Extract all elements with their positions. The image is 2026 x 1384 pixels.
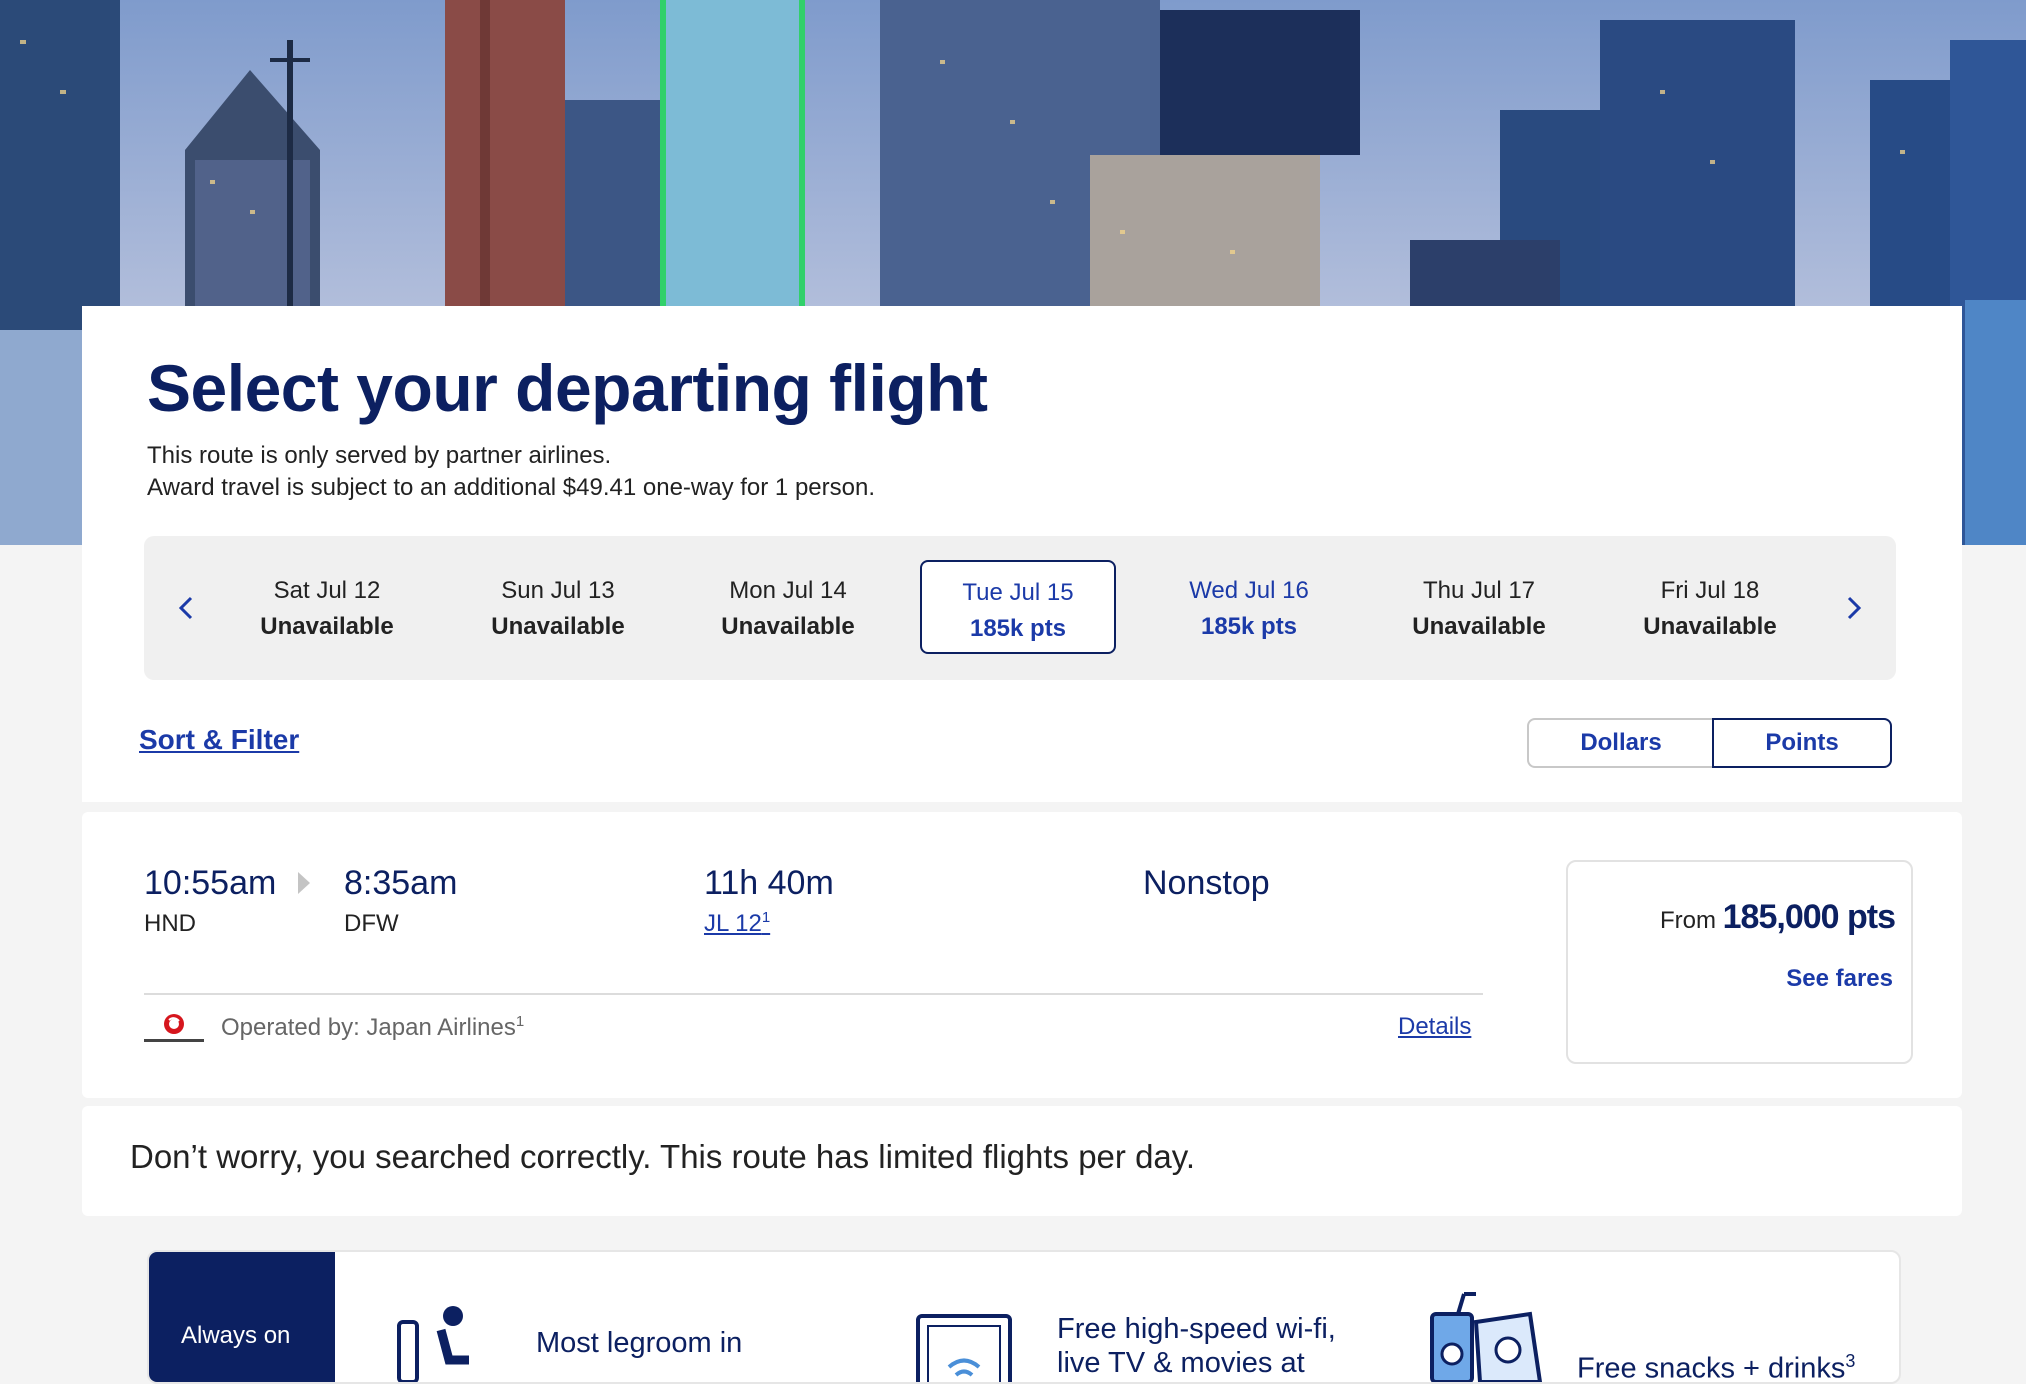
date-option-mon-jul-14[interactable]: Mon Jul 14 Unavailable — [690, 560, 886, 654]
operated-by-footnote: 1 — [515, 1013, 525, 1030]
arrival-time: 8:35am — [344, 864, 458, 902]
flight-number-link[interactable]: JL 121 — [704, 909, 770, 938]
date-label: Sat Jul 12 — [273, 577, 381, 604]
date-availability: 185k pts — [1200, 613, 1298, 640]
dollars-toggle-button[interactable]: Dollars — [1527, 718, 1713, 768]
previous-dates-button[interactable] — [166, 586, 206, 630]
date-label: Wed Jul 16 — [1189, 577, 1309, 604]
date-label: Fri Jul 18 — [1660, 577, 1760, 604]
partner-airline-note: This route is only served by partner air… — [147, 442, 612, 469]
limited-flights-notice: Don’t worry, you searched correctly. Thi… — [130, 1138, 1195, 1175]
flight-number: JL 12 — [704, 910, 762, 937]
stops-info: Nonstop — [1143, 864, 1270, 902]
fare-from-label: From — [1659, 907, 1716, 934]
always-on-label: Always on — [181, 1322, 291, 1349]
fare-from: From 185,000 pts — [1659, 898, 1896, 937]
arrival-airport: DFW — [344, 910, 399, 937]
date-availability: 185k pts — [969, 615, 1067, 642]
page-title: Select your departing flight — [147, 351, 988, 425]
wifi-benefit-line-1: Free high-speed wi-fi, — [1057, 1313, 1336, 1345]
operated-by-label: Operated by: Japan Airlines1 — [221, 1013, 524, 1042]
wifi-benefit: Free high-speed wi-fi, live TV & movies … — [1057, 1312, 1336, 1380]
departure-airport: HND — [144, 910, 196, 937]
date-option-wed-jul-16[interactable]: Wed Jul 16 185k pts — [1151, 560, 1347, 654]
date-option-thu-jul-17[interactable]: Thu Jul 17 Unavailable — [1381, 560, 1577, 654]
date-option-tue-jul-15-selected[interactable]: Tue Jul 15 185k pts — [920, 560, 1116, 654]
flight-duration: 11h 40m — [704, 864, 834, 902]
sort-filter-link[interactable]: Sort & Filter — [139, 724, 299, 756]
chevron-right-icon — [1847, 596, 1862, 620]
seat-icon — [397, 1306, 469, 1382]
wifi-tv-icon — [916, 1314, 1012, 1382]
legroom-benefit: Most legroom in — [536, 1327, 743, 1359]
flight-details-link[interactable]: Details — [1398, 1013, 1471, 1041]
date-option-sat-jul-12[interactable]: Sat Jul 12 Unavailable — [229, 560, 425, 654]
triangle-right-icon — [298, 872, 310, 894]
departure-time: 10:55am — [144, 864, 277, 902]
fare-points: 185,000 pts — [1722, 898, 1896, 936]
points-toggle-button[interactable]: Points — [1712, 718, 1892, 768]
date-selector: Sat Jul 12 Unavailable Sun Jul 13 Unavai… — [144, 536, 1896, 680]
date-label: Tue Jul 15 — [962, 579, 1074, 606]
date-label: Thu Jul 17 — [1422, 577, 1536, 604]
divider — [144, 993, 1483, 995]
snacks-benefit: Free snacks + drinks3 — [1577, 1344, 1856, 1384]
flight-number-footnote: 1 — [761, 909, 771, 926]
chevron-left-icon — [178, 596, 193, 620]
next-dates-button[interactable] — [1834, 586, 1874, 630]
date-availability: Unavailable — [721, 613, 855, 640]
date-availability: Unavailable — [260, 613, 394, 640]
wifi-benefit-line-2: live TV & movies at — [1057, 1347, 1305, 1379]
snacks-benefit-text: Free snacks + drinks — [1577, 1352, 1846, 1384]
award-fee-note: Award travel is subject to an additional… — [147, 474, 875, 501]
date-availability: Unavailable — [491, 613, 625, 640]
fare-summary-box[interactable]: From 185,000 pts See fares — [1566, 860, 1913, 1064]
snacks-drinks-icon — [1430, 1292, 1543, 1382]
date-option-sun-jul-13[interactable]: Sun Jul 13 Unavailable — [460, 560, 656, 654]
always-on-badge: Always on — [149, 1252, 335, 1382]
amenities-promo-strip: Always on Most legroom in Free high-spee… — [147, 1250, 1901, 1384]
japan-airlines-logo — [144, 1014, 204, 1042]
date-availability: Unavailable — [1643, 613, 1777, 640]
snacks-benefit-footnote: 3 — [1845, 1351, 1856, 1371]
date-label: Mon Jul 14 — [729, 577, 847, 604]
date-option-fri-jul-18[interactable]: Fri Jul 18 Unavailable — [1612, 560, 1808, 654]
date-availability: Unavailable — [1412, 613, 1546, 640]
operated-by-text: Operated by: Japan Airlines — [221, 1014, 516, 1041]
see-fares-link[interactable]: See fares — [1786, 965, 1893, 993]
date-label: Sun Jul 13 — [501, 577, 615, 604]
